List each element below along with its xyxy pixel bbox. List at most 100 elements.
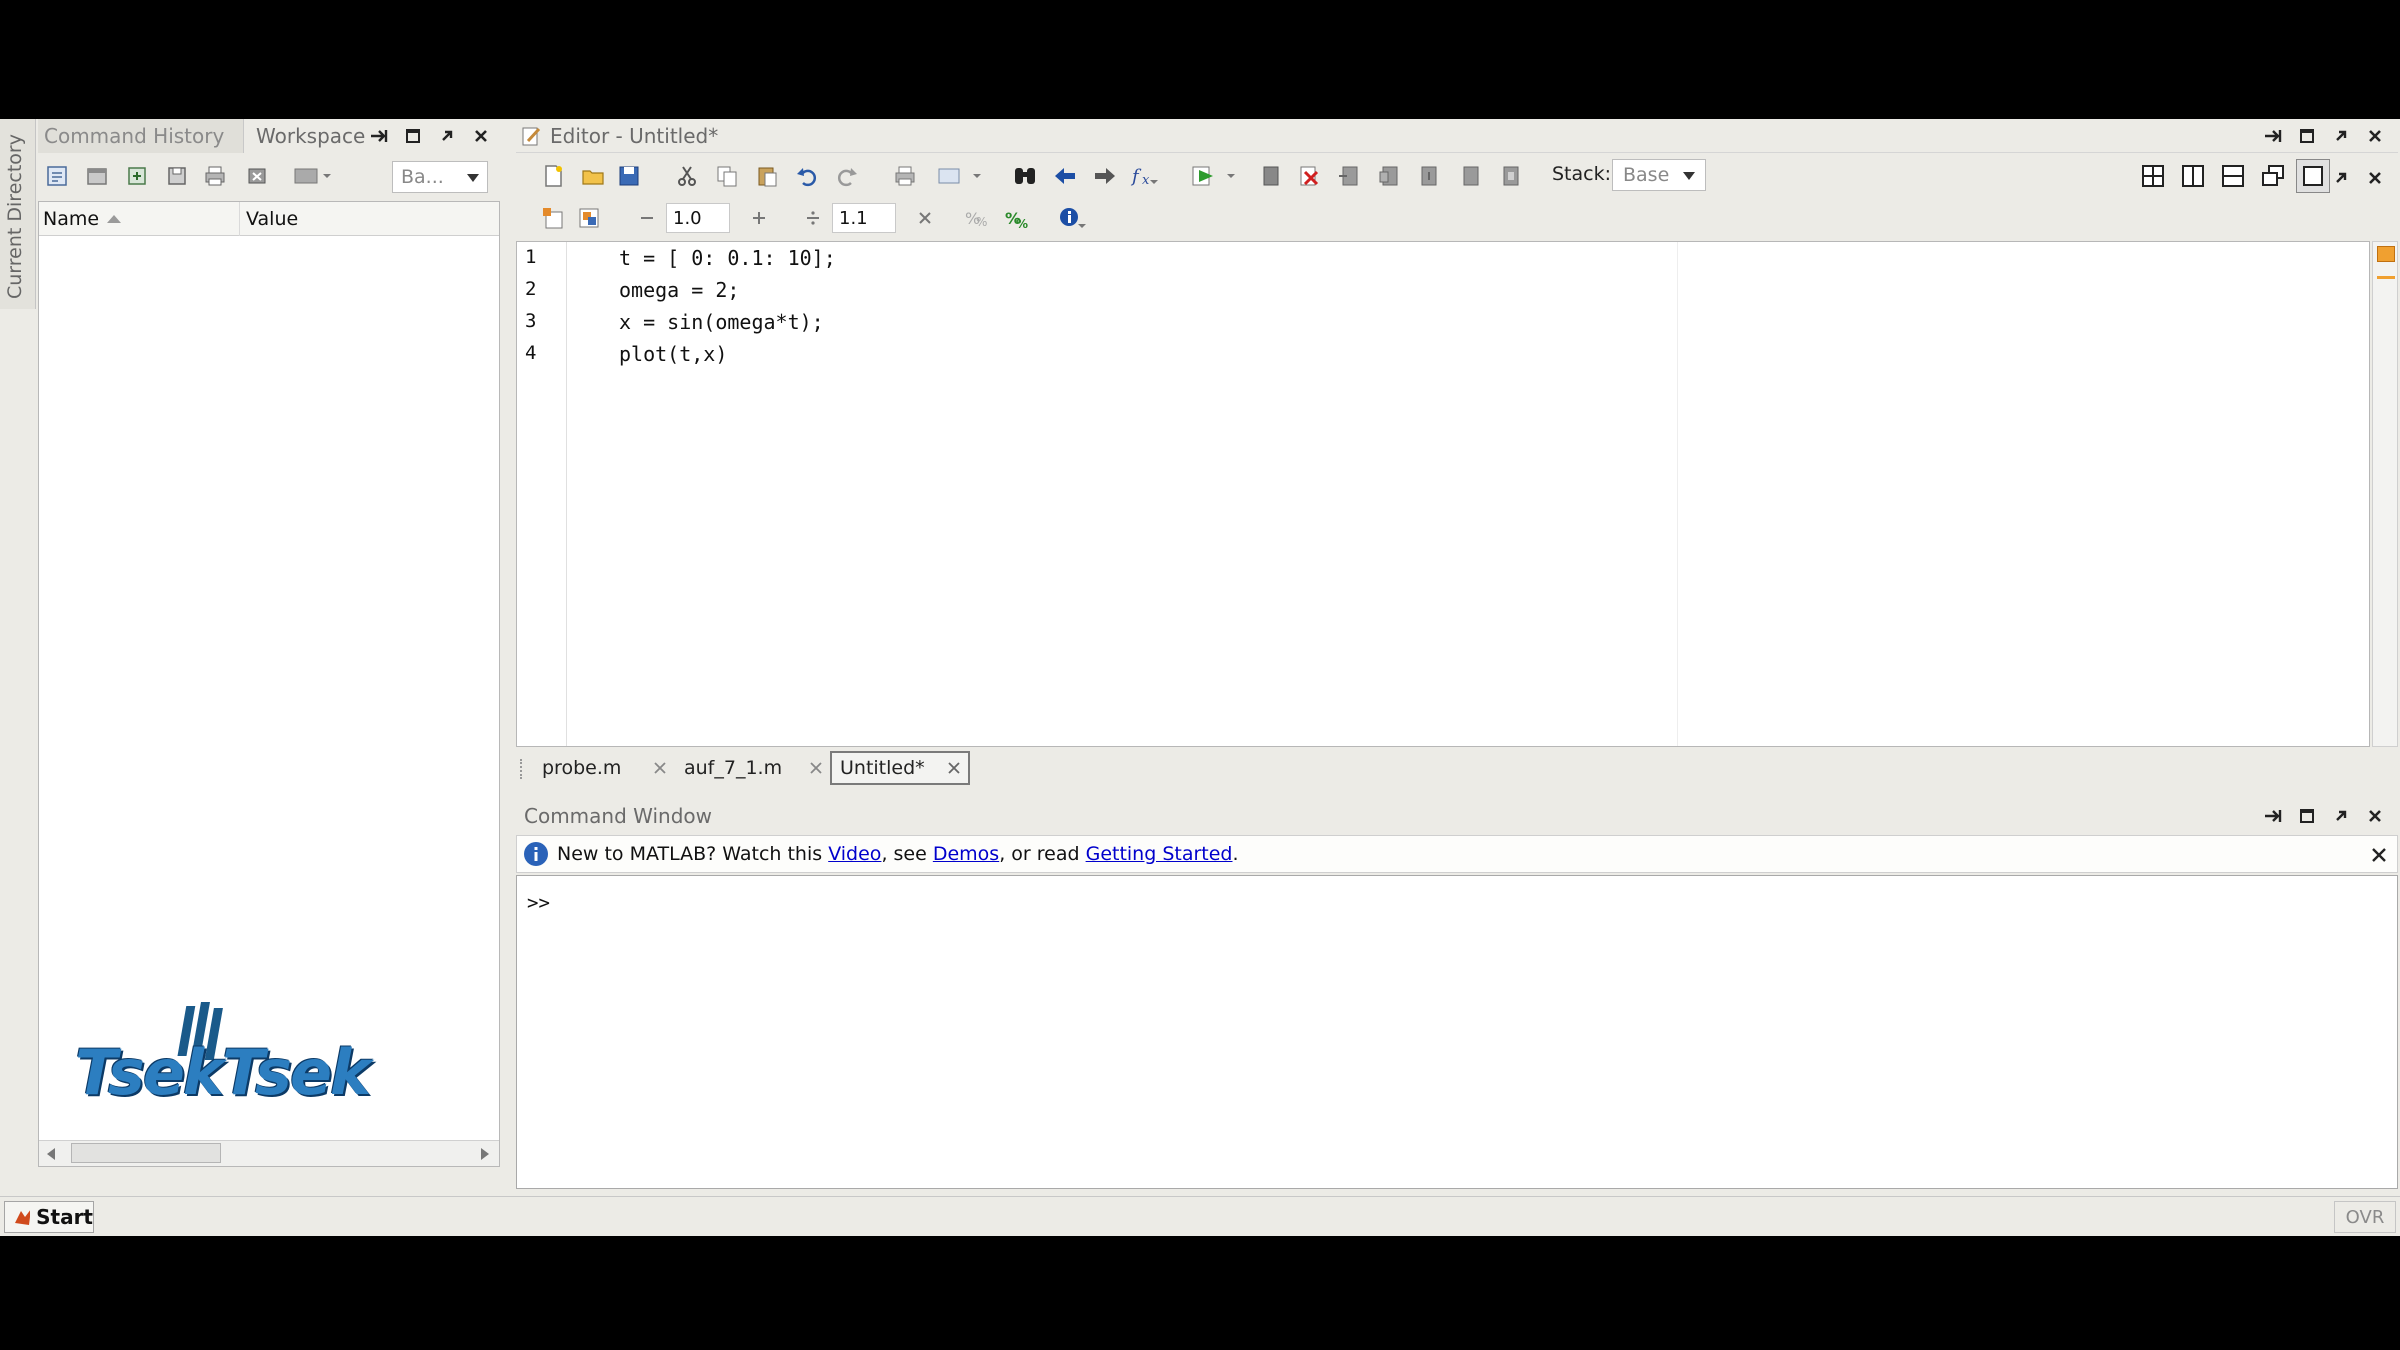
code-line[interactable]: x = sin(omega*t); <box>619 310 824 334</box>
open-file-icon[interactable] <box>576 159 610 193</box>
undo-icon[interactable] <box>790 159 824 193</box>
paste-icon[interactable] <box>750 159 784 193</box>
find-files-icon[interactable] <box>930 159 990 193</box>
find-icon[interactable] <box>1008 159 1042 193</box>
maximize-document-icon[interactable] <box>2296 159 2330 193</box>
increment-icon[interactable] <box>742 201 776 235</box>
command-window[interactable]: >> <box>516 875 2398 1189</box>
tab-auf-7-1-m[interactable]: auf_7_1.m <box>676 751 822 785</box>
insert-cell-icon[interactable] <box>536 201 570 235</box>
cmd-close-icon[interactable] <box>2360 801 2390 831</box>
new-variable-icon[interactable] <box>40 159 74 193</box>
step-icon[interactable] <box>1332 159 1366 193</box>
clear-breakpoints-icon[interactable] <box>1292 159 1326 193</box>
cell-value-input-1[interactable]: 1.0 <box>666 203 730 233</box>
line-number: 2 <box>525 278 537 300</box>
cmd-dock-icon[interactable] <box>2258 801 2288 831</box>
mlint-warning-mark[interactable] <box>2377 276 2395 279</box>
go-forward-icon[interactable] <box>1088 159 1122 193</box>
column-header-name-label: Name <box>43 208 100 230</box>
tile-rows-icon[interactable] <box>2216 159 2250 193</box>
undock-icon[interactable] <box>432 121 462 151</box>
tab-untitled[interactable]: Untitled* <box>830 751 970 785</box>
command-window-titlebar: Command Window <box>516 799 2398 833</box>
evaluate-cell-icon[interactable] <box>572 201 606 235</box>
editor-undock-icon[interactable] <box>2326 121 2356 151</box>
cell-value-input-2[interactable]: 1.1 <box>832 203 896 233</box>
ovr-label: OVR <box>2345 1206 2385 1228</box>
divide-icon[interactable] <box>796 201 830 235</box>
import-data-icon[interactable] <box>120 159 154 193</box>
scrollbar-thumb[interactable] <box>71 1143 221 1163</box>
cmd-undock-icon[interactable] <box>2326 801 2356 831</box>
print-icon[interactable] <box>198 159 232 193</box>
stack-dropdown[interactable]: Base <box>1612 159 1706 191</box>
open-variable-icon[interactable] <box>80 159 114 193</box>
close-icon[interactable] <box>810 762 822 774</box>
run-icon[interactable] <box>1186 159 1246 193</box>
editor-text-area[interactable]: 1 2 3 4 t = [ 0: 0.1: 10]; omega = 2; x … <box>516 241 2370 747</box>
close-icon[interactable] <box>654 762 666 774</box>
close-icon[interactable] <box>948 762 960 774</box>
mlint-indicator-bar[interactable] <box>2372 241 2398 747</box>
comment-icon[interactable]: %% <box>960 201 994 235</box>
dock-icon[interactable] <box>364 121 394 151</box>
video-link[interactable]: Video <box>828 843 881 865</box>
column-header-name[interactable]: Name <box>43 202 122 236</box>
code-line[interactable]: omega = 2; <box>619 278 739 302</box>
save-workspace-icon[interactable] <box>160 159 194 193</box>
go-back-icon[interactable] <box>1048 159 1082 193</box>
scroll-right-icon[interactable] <box>481 1148 491 1160</box>
copy-icon[interactable] <box>710 159 744 193</box>
code-line[interactable]: t = [ 0: 0.1: 10]; <box>619 246 836 270</box>
document-close-icon[interactable] <box>2360 163 2390 193</box>
tile-grid-icon[interactable] <box>2136 159 2170 193</box>
decrement-icon[interactable] <box>630 201 664 235</box>
save-icon[interactable] <box>612 159 646 193</box>
document-undock-icon[interactable] <box>2326 163 2356 193</box>
float-window-icon[interactable] <box>2256 159 2290 193</box>
tile-columns-icon[interactable] <box>2176 159 2210 193</box>
line-number: 1 <box>525 246 537 268</box>
editor-close-icon[interactable] <box>2360 121 2390 151</box>
editor-dock-icon[interactable] <box>2258 121 2288 151</box>
editor-maximize-icon[interactable] <box>2292 121 2322 151</box>
function-icon[interactable]: fx <box>1128 159 1162 193</box>
redo-icon[interactable] <box>830 159 864 193</box>
close-icon[interactable] <box>466 121 496 151</box>
line-number: 3 <box>525 310 537 332</box>
maximize-icon[interactable] <box>398 121 428 151</box>
workspace-horizontal-scrollbar[interactable] <box>39 1140 499 1166</box>
tab-probe-m[interactable]: probe.m <box>536 751 666 785</box>
command-prompt[interactable]: >> <box>527 892 550 914</box>
column-header-value[interactable]: Value <box>239 202 298 236</box>
stack-base-dropdown[interactable]: Ba... <box>392 161 488 193</box>
cell-toolbar: 1.0 1.1 %% %% <box>516 199 1516 239</box>
multiply-icon[interactable] <box>908 201 942 235</box>
print-editor-icon[interactable] <box>888 159 922 193</box>
code-line[interactable]: plot(t,x) <box>619 342 727 366</box>
getting-started-link[interactable]: Getting Started <box>1086 843 1233 865</box>
continue-icon[interactable] <box>1454 159 1488 193</box>
delete-icon[interactable] <box>240 159 274 193</box>
current-directory-sidebar-tab[interactable]: Current Directory <box>0 119 36 309</box>
start-button[interactable]: Start <box>4 1201 94 1233</box>
mlint-warning-indicator[interactable] <box>2377 246 2395 262</box>
uncomment-icon[interactable]: %% <box>1000 201 1034 235</box>
stack-label: Stack: <box>1552 163 1612 185</box>
workspace-variable-list[interactable]: Name Value TsekTsek <box>38 201 500 1167</box>
set-breakpoint-icon[interactable] <box>1254 159 1288 193</box>
demos-link[interactable]: Demos <box>933 843 999 865</box>
exit-debug-icon[interactable] <box>1494 159 1528 193</box>
plot-selection-icon[interactable] <box>288 159 338 193</box>
step-out-icon[interactable] <box>1412 159 1446 193</box>
close-info-bar-icon[interactable] <box>2371 847 2387 863</box>
step-in-icon[interactable] <box>1372 159 1406 193</box>
scroll-left-icon[interactable] <box>47 1148 57 1160</box>
cmd-maximize-icon[interactable] <box>2292 801 2322 831</box>
help-info-icon[interactable] <box>1056 201 1090 235</box>
new-file-icon[interactable] <box>536 159 570 193</box>
workspace-toolbar: Ba... <box>38 155 502 199</box>
tab-command-history[interactable]: Command History <box>38 119 244 153</box>
cut-icon[interactable] <box>670 159 704 193</box>
